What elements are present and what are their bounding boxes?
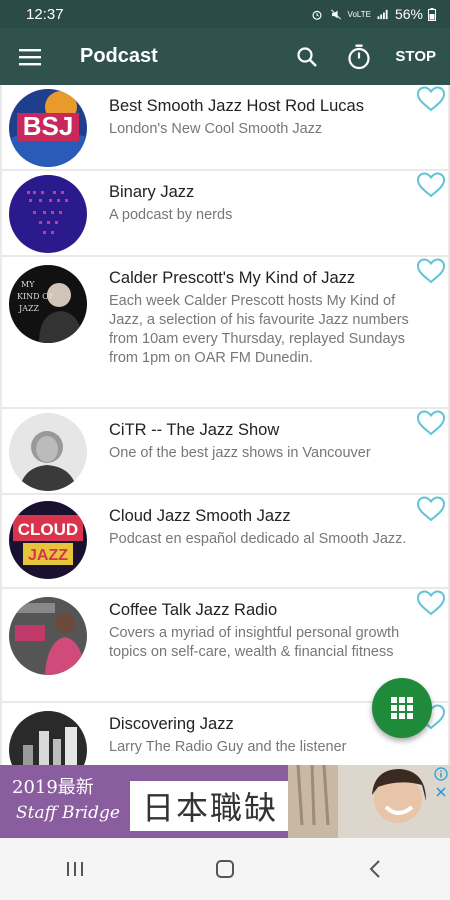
podcast-avatar: CLOUD JAZZ bbox=[9, 501, 87, 579]
network-label: VoLTE bbox=[347, 9, 371, 19]
stop-button[interactable]: STOP bbox=[387, 28, 450, 85]
battery-percent: 56% bbox=[394, 6, 423, 22]
svg-text:JAZZ: JAZZ bbox=[18, 304, 40, 313]
heart-outline-icon[interactable] bbox=[416, 258, 446, 284]
battery-icon bbox=[428, 7, 436, 21]
ad-year-text: 2019最新 bbox=[12, 777, 94, 798]
podcast-item-calder-prescott[interactable]: MY KIND OF JAZZ Calder Prescott's My Kind … bbox=[2, 257, 448, 407]
podcast-item-rod-lucas[interactable]: BSJ Best Smooth Jazz Host Rod Lucas Lond… bbox=[2, 85, 448, 169]
podcast-title: CiTR -- The Jazz Show bbox=[109, 421, 280, 439]
podcast-title: Cloud Jazz Smooth Jazz bbox=[109, 507, 291, 525]
ad-close-icon[interactable] bbox=[434, 785, 448, 799]
podcast-title: Discovering Jazz bbox=[109, 715, 234, 733]
podcast-description: Each week Calder Prescott hosts My Kind … bbox=[109, 293, 409, 366]
podcast-description: Covers a myriad of insightful personal g… bbox=[109, 625, 400, 660]
search-icon bbox=[297, 46, 318, 67]
mute-icon bbox=[330, 8, 341, 20]
back-icon bbox=[369, 860, 380, 878]
podcast-avatar bbox=[9, 175, 87, 253]
ad-banner[interactable]: 2019最新 Staff Bridge 日本職缺 bbox=[0, 765, 450, 838]
page-title: Podcast bbox=[80, 45, 158, 67]
grid-view-fab[interactable] bbox=[372, 678, 432, 738]
podcast-list: BSJ Best Smooth Jazz Host Rod Lucas Lond… bbox=[0, 85, 450, 765]
signal-icon bbox=[377, 9, 388, 19]
status-bar: 12:37 VoLTE 56% bbox=[0, 0, 450, 28]
hamburger-icon bbox=[19, 48, 41, 65]
podcast-item-cloud-jazz[interactable]: CLOUD JAZZ Cloud Jazz Smooth Jazz Podcast… bbox=[2, 495, 448, 587]
podcast-description: A podcast by nerds bbox=[109, 207, 233, 223]
svg-text:CLOUD: CLOUD bbox=[18, 520, 78, 539]
ad-info-icon[interactable] bbox=[434, 767, 448, 781]
heart-outline-icon[interactable] bbox=[416, 410, 446, 436]
svg-text:BSJ: BSJ bbox=[23, 111, 74, 141]
podcast-item-coffee-talk[interactable]: Coffee Talk Jazz Radio Covers a myriad o… bbox=[2, 589, 448, 701]
podcast-description: London's New Cool Smooth Jazz bbox=[109, 121, 323, 137]
podcast-description: One of the best jazz shows in Vancouver bbox=[109, 445, 371, 461]
podcast-avatar: BSJ bbox=[9, 89, 87, 167]
menu-button[interactable] bbox=[0, 28, 60, 85]
system-nav-bar bbox=[0, 838, 450, 900]
podcast-avatar bbox=[9, 597, 87, 675]
svg-text:MY: MY bbox=[21, 280, 35, 289]
podcast-item-citr-jazz-show[interactable]: CiTR -- The Jazz Show One of the best ja… bbox=[2, 409, 448, 493]
heart-outline-icon[interactable] bbox=[416, 86, 446, 112]
status-time: 12:37 bbox=[26, 5, 64, 23]
podcast-title: Best Smooth Jazz Host Rod Lucas bbox=[109, 97, 364, 115]
svg-text:KIND OF: KIND OF bbox=[17, 292, 55, 301]
grid-icon bbox=[391, 697, 413, 719]
heart-outline-icon[interactable] bbox=[416, 172, 446, 198]
recent-apps-button[interactable] bbox=[45, 849, 105, 889]
podcast-title: Coffee Talk Jazz Radio bbox=[109, 601, 278, 619]
home-button[interactable] bbox=[195, 849, 255, 889]
heart-outline-icon[interactable] bbox=[416, 496, 446, 522]
podcast-avatar bbox=[9, 711, 87, 765]
ad-photo bbox=[288, 765, 450, 838]
podcast-avatar bbox=[9, 413, 87, 491]
status-icons: VoLTE 56% bbox=[310, 6, 436, 22]
podcast-item-binary-jazz[interactable]: Binary Jazz A podcast by nerds bbox=[2, 171, 448, 255]
app-bar: Podcast STOP bbox=[0, 28, 450, 85]
podcast-avatar: MY KIND OF JAZZ bbox=[9, 265, 87, 343]
svg-text:JAZZ: JAZZ bbox=[28, 547, 68, 564]
heart-outline-icon[interactable] bbox=[416, 590, 446, 616]
search-button[interactable] bbox=[283, 28, 331, 85]
podcast-description: Larry The Radio Guy and the listener bbox=[109, 739, 347, 755]
home-icon bbox=[216, 860, 234, 878]
alarm-icon bbox=[312, 10, 322, 20]
ad-brand: Staff Bridge bbox=[16, 803, 120, 823]
podcast-title: Binary Jazz bbox=[109, 183, 195, 201]
timer-icon bbox=[348, 44, 371, 69]
podcast-title: Calder Prescott's My Kind of Jazz bbox=[109, 269, 356, 287]
podcast-description: Podcast en español dedicado al Smooth Ja… bbox=[109, 531, 407, 547]
recent-apps-icon bbox=[67, 862, 83, 876]
ad-headline: 日本職缺 bbox=[130, 781, 291, 831]
sleep-timer-button[interactable] bbox=[331, 28, 387, 85]
back-button[interactable] bbox=[345, 849, 405, 889]
